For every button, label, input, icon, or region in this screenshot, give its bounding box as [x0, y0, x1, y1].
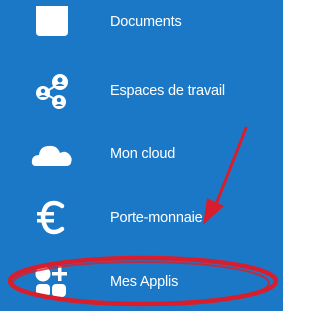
cloud-icon — [30, 134, 74, 174]
apps-icon — [30, 262, 74, 302]
menu-item-label: Mon cloud — [110, 146, 176, 162]
euro-icon — [30, 198, 74, 238]
menu-item-documents[interactable]: Documents — [0, 0, 283, 50]
menu-item-label: Mes Applis — [110, 274, 179, 290]
menu-item-label: Porte-monnaie — [110, 210, 203, 226]
workspaces-icon — [30, 71, 74, 111]
folder-icon — [30, 2, 74, 42]
menu-item-label: Documents — [110, 14, 182, 30]
menu-item-mes-applis[interactable]: Mes Applis — [0, 254, 283, 310]
side-menu: Documents Espaces de travail Mon cloud P… — [0, 0, 283, 311]
menu-item-mon-cloud[interactable]: Mon cloud — [0, 126, 283, 182]
menu-item-label: Espaces de travail — [110, 83, 225, 99]
menu-item-porte-monnaie[interactable]: Porte-monnaie — [0, 190, 283, 246]
menu-item-espaces-de-travail[interactable]: Espaces de travail — [0, 63, 283, 119]
